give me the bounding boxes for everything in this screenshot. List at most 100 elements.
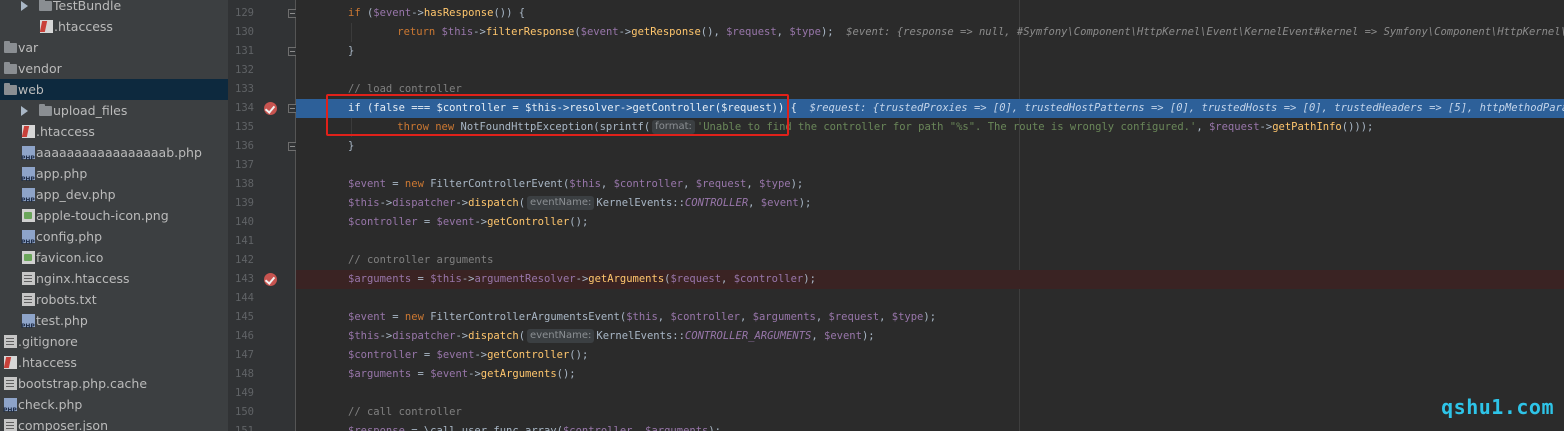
code-line[interactable]: if ($event->hasResponse()) { (348, 4, 525, 23)
tree-item-label: apple-touch-icon.png (36, 208, 169, 223)
expand-arrow-icon[interactable] (21, 106, 28, 116)
line-number[interactable]: 133 (228, 80, 254, 99)
code-token: $event (824, 330, 862, 342)
code-line[interactable]: $arguments = $event->getArguments(); (348, 365, 576, 384)
text-file-icon (4, 335, 17, 348)
line-number[interactable]: 141 (228, 232, 254, 251)
tree-item[interactable]: TestBundle (0, 0, 228, 16)
folder-icon (39, 104, 52, 116)
code-token: (); (556, 368, 576, 380)
code-line[interactable]: // controller arguments (348, 251, 493, 270)
tree-item[interactable]: web (0, 79, 228, 100)
line-number[interactable]: 135 (228, 118, 254, 137)
tree-item[interactable]: upload_files (0, 100, 228, 121)
code-line[interactable]: $arguments = $this->argumentResolver->ge… (348, 270, 816, 289)
tree-item[interactable]: test.php (0, 310, 228, 331)
tree-item-label: composer.json (18, 418, 109, 431)
image-file-icon (22, 251, 35, 264)
code-token: $arguments (348, 273, 418, 285)
line-number[interactable]: 129 (228, 4, 254, 23)
breakpoint-icon[interactable] (264, 273, 277, 286)
code-token: , (1196, 121, 1209, 133)
project-tree: TestBundle .htaccess var vendor web upload_fi… (0, 0, 228, 431)
folder-icon (4, 41, 17, 53)
tree-item[interactable]: composer.json (0, 415, 228, 431)
code-token: ); (803, 273, 816, 285)
line-number[interactable]: 139 (228, 194, 254, 213)
code-token: getArguments (480, 368, 557, 380)
line-number[interactable]: 138 (228, 175, 254, 194)
tree-item[interactable]: .htaccess (0, 16, 228, 37)
tree-item[interactable]: bootstrap.php.cache (0, 373, 228, 394)
code-token: $event (436, 216, 475, 228)
htaccess-file-icon (4, 356, 17, 369)
php-file-icon (3, 398, 17, 414)
code-line[interactable]: } (348, 42, 354, 61)
line-number[interactable]: 150 (228, 403, 254, 422)
code-token: ); (861, 330, 875, 342)
tree-item[interactable]: apple-touch-icon.png (0, 205, 228, 226)
tree-item[interactable]: nginx.htaccess (0, 268, 228, 289)
tree-item[interactable]: app.php (0, 163, 228, 184)
tree-item[interactable]: vendor (0, 58, 228, 79)
code-token: = (392, 178, 405, 190)
htaccess-file-icon (40, 20, 53, 33)
code-editor[interactable]: if ($event->hasResponse()) { return $thi… (296, 0, 1564, 431)
expand-arrow-icon[interactable] (21, 1, 28, 11)
code-token: ())); (1341, 121, 1374, 133)
line-number[interactable]: 136 (228, 137, 254, 156)
code-line[interactable]: $controller = $event->getController(); (348, 346, 588, 365)
code-line[interactable]: $event = new FilterControllerArgumentsEv… (348, 308, 936, 327)
tree-item[interactable]: .htaccess (0, 121, 228, 142)
code-token: ); (923, 311, 937, 323)
code-line[interactable]: // call controller (348, 403, 462, 422)
code-token: $request (695, 178, 747, 190)
code-token: $arguments (752, 311, 816, 323)
code-line[interactable]: } (348, 137, 354, 156)
code-token: , (600, 178, 614, 190)
folder-icon (4, 83, 17, 95)
code-line[interactable]: return $this->filterResponse($event->get… (372, 23, 1564, 42)
tree-item[interactable]: .htaccess (0, 352, 228, 373)
line-number[interactable]: 147 (228, 346, 254, 365)
tree-item[interactable]: check.php (0, 394, 228, 415)
tree-item-label: bootstrap.php.cache (18, 376, 148, 391)
line-number[interactable]: 140 (228, 213, 254, 232)
tree-item-label: .htaccess (18, 355, 77, 370)
line-number[interactable]: 131 (228, 42, 254, 61)
line-number[interactable]: 148 (228, 365, 254, 384)
tree-item-label: nginx.htaccess (36, 271, 130, 286)
code-line[interactable]: $response = \call_user_func_array($contr… (348, 422, 721, 431)
tree-item[interactable]: app_dev.php (0, 184, 228, 205)
tree-item[interactable]: robots.txt (0, 289, 228, 310)
line-number[interactable]: 149 (228, 384, 254, 403)
line-number[interactable]: 145 (228, 308, 254, 327)
code-token: (); (569, 349, 589, 361)
tree-item[interactable]: var (0, 37, 228, 58)
breakpoint-icon[interactable] (264, 102, 277, 115)
tree-item[interactable]: favicon.ico (0, 247, 228, 268)
line-number[interactable]: 134 (228, 99, 254, 118)
php-file-icon (21, 188, 35, 204)
line-number[interactable]: 144 (228, 289, 254, 308)
code-line[interactable]: $event = new FilterControllerEvent($this… (348, 175, 803, 194)
line-number[interactable]: 151 (228, 422, 254, 431)
code-token: // call controller (348, 406, 462, 418)
line-number[interactable]: 137 (228, 156, 254, 175)
tree-item[interactable]: config.php (0, 226, 228, 247)
code-line[interactable]: $this->dispatcher->dispatch(eventName: Ke… (348, 194, 811, 213)
line-number[interactable]: 132 (228, 61, 254, 80)
code-token: } (348, 140, 355, 152)
code-line[interactable]: $this->dispatcher->dispatch(eventName: Ke… (348, 327, 875, 346)
code-line[interactable]: $controller = $event->getController(); (348, 213, 588, 232)
code-token: -> (575, 273, 589, 285)
line-number[interactable]: 130 (228, 23, 254, 42)
tree-item-label: TestBundle (53, 0, 122, 13)
line-number[interactable]: 142 (228, 251, 254, 270)
tree-item[interactable]: .gitignore (0, 331, 228, 352)
parameter-hint: eventName: (527, 329, 595, 343)
tree-item[interactable]: aaaaaaaaaaaaaaaaab.php (0, 142, 228, 163)
code-token: , (811, 330, 825, 342)
line-number[interactable]: 143 (228, 270, 254, 289)
line-number[interactable]: 146 (228, 327, 254, 346)
